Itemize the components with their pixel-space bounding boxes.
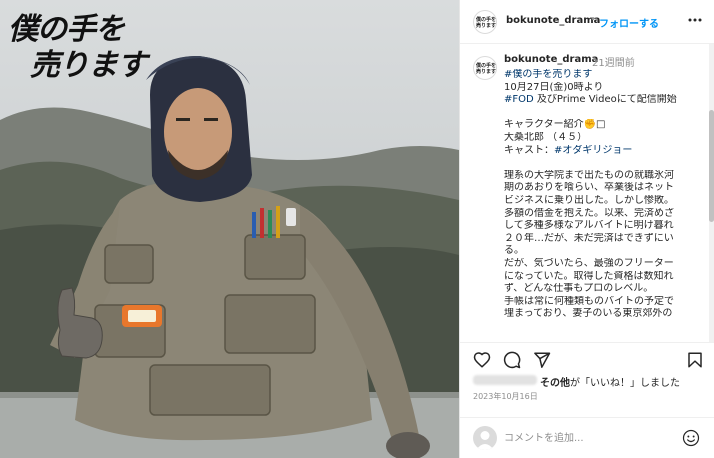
caption-line: になっていた。取得した資格は数知れ [504, 270, 674, 282]
caption-line: #FOD 及びPrime Videoにて配信開始 [504, 94, 677, 106]
caption-line: ２０年…だが、未だ完済はできずにい [504, 232, 674, 244]
scrollbar-thumb[interactable] [709, 110, 714, 222]
more-horizontal-icon[interactable] [687, 13, 703, 27]
caption-line: ビジネスに乗り出した。しかし惨敗。 [504, 194, 674, 206]
caption-avatar-logo-text: 僕の手を 売ります [475, 63, 496, 75]
caption-line: 10月27日(金)0時より [504, 81, 604, 93]
caption-line: キャラクター紹介✊□ [504, 119, 606, 131]
caption-line: 多額の借金を抱えた。以来、完済めざ [504, 207, 674, 219]
hashtag-link[interactable]: #オダギリジョー [554, 145, 632, 156]
avatar-logo-text: 僕の手を 売ります [475, 17, 496, 29]
likes-summary: その他が「いいね！」しました [460, 374, 714, 389]
caption-username-link[interactable]: bokunote_drama [504, 54, 598, 65]
caption-line: 手帳は常に何種類ものバイトの予定で [504, 295, 674, 307]
likes-text: その他が「いいね！」しました [540, 374, 680, 389]
bookmark-icon[interactable] [686, 351, 704, 369]
current-user-avatar[interactable] [473, 426, 497, 450]
avatar-logo-line-2: 売ります [475, 23, 496, 29]
hashtag-link[interactable]: #僕の手を売ります [504, 69, 592, 80]
caption-line: だが、気づいたら、最強のフリーター [504, 257, 674, 269]
caption-line: #僕の手を売ります [504, 69, 700, 82]
likes-suffix: が「いいね！」しました [570, 378, 680, 389]
likes-others-link[interactable]: その他 [540, 378, 570, 389]
caption-line: る。 [504, 245, 524, 257]
caption-area[interactable]: 僕の手を 売ります bokunote_drama 21週間前 #僕の手を売ります… [460, 44, 714, 342]
caption-line: 大桑北郎 （４５） [504, 131, 588, 143]
header-separator: • [590, 14, 596, 25]
liked-by-username-blurred[interactable] [473, 375, 537, 385]
post-header: 僕の手を 売ります bokunote_drama • フォローする [460, 0, 714, 44]
caption-line: キャスト：#オダギリジョー [504, 144, 633, 156]
caption-line: 埋まっており、妻子のいる東京郊外の [504, 308, 673, 320]
post-date[interactable]: 2023年10月16日 [473, 391, 538, 402]
follow-button[interactable]: フォローする [599, 15, 659, 30]
profile-avatar[interactable]: 僕の手を 売ります [473, 10, 497, 34]
drama-title-logo-line-2: 売ります [30, 48, 147, 83]
caption-line: 理系の大学院まで出たものの就職氷河 [504, 169, 674, 181]
send-icon[interactable] [533, 351, 551, 369]
post-sidebar: 僕の手を 売ります bokunote_drama • フォローする 僕の手を 売… [459, 0, 714, 458]
comment-input[interactable] [504, 430, 674, 446]
caption-avatar[interactable]: 僕の手を 売ります [473, 56, 497, 80]
caption-line: 期のあおりを喰らい、卒業後はネット [504, 182, 674, 194]
header-username-link[interactable]: bokunote_drama [506, 15, 600, 26]
caption-timestamp[interactable]: 21週間前 [592, 54, 635, 69]
caption-avatar-logo-line-2: 売ります [475, 69, 496, 75]
heart-icon[interactable] [473, 351, 491, 369]
comment-icon[interactable] [503, 351, 521, 369]
emoji-icon[interactable] [682, 429, 700, 447]
caption-text: #僕の手を売ります 10月27日(金)0時より #FOD 及びPrime Video… [504, 69, 700, 321]
caption-line: して多種多様なアルバイトに明け暮れ [504, 220, 674, 232]
default-avatar-icon [476, 431, 494, 450]
add-comment-bar [460, 417, 714, 458]
post-image[interactable]: 僕の手を 売ります [0, 0, 459, 458]
action-bar [460, 342, 714, 374]
caption-line: ず、どんな仕事もプロのレベル。 [504, 283, 654, 295]
hashtag-link[interactable]: #FOD [504, 94, 534, 105]
